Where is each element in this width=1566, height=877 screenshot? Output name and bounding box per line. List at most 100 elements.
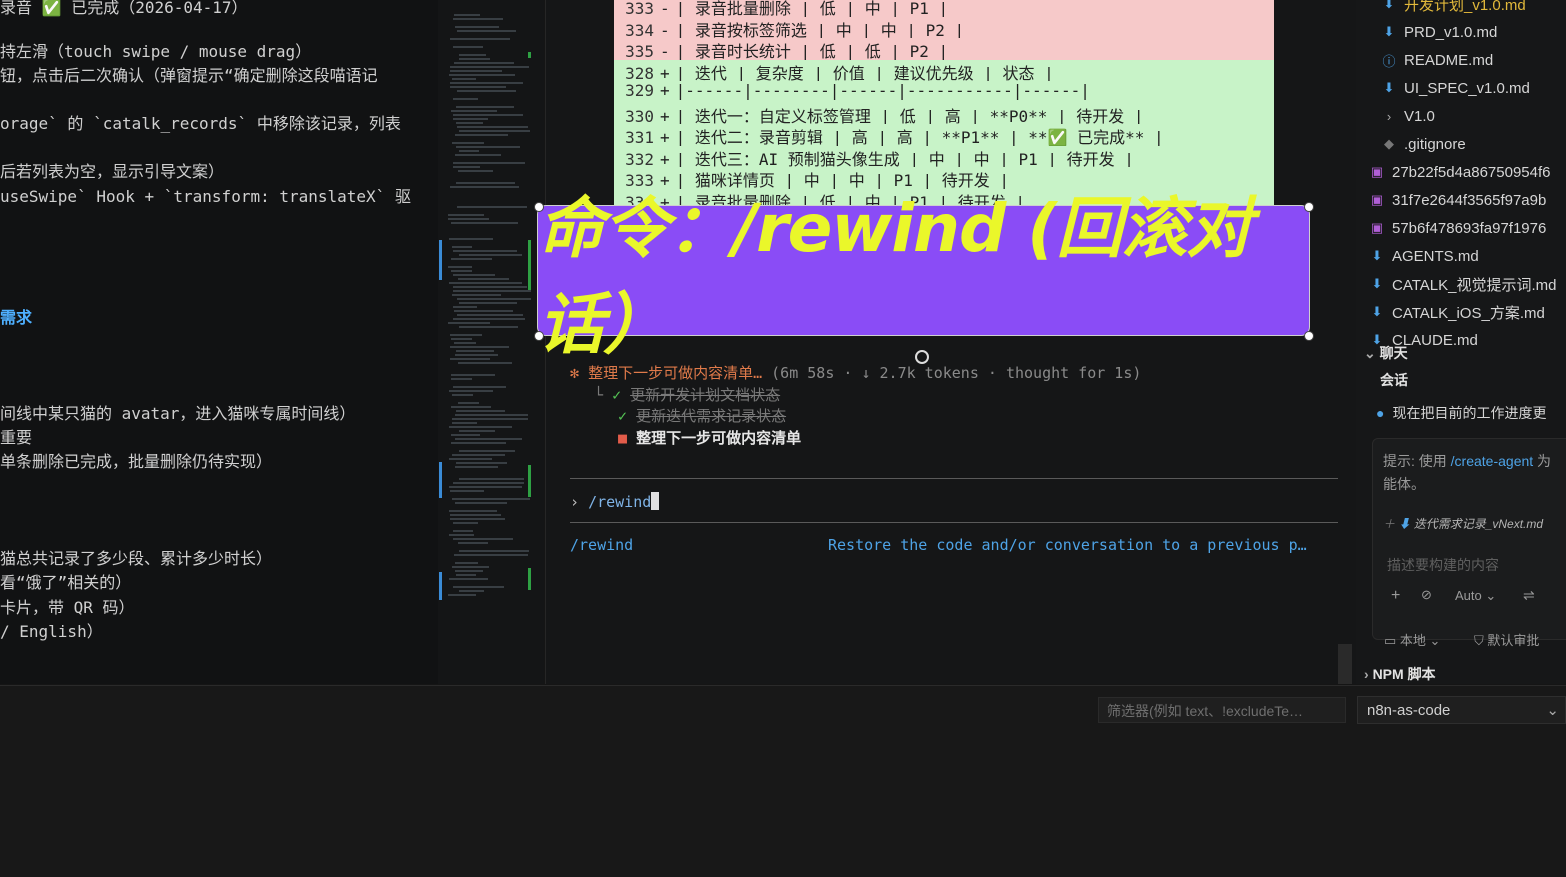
create-agent-link[interactable]: /create-agent: [1451, 453, 1534, 469]
minimap-line: [448, 218, 489, 220]
shield-icon: ⛉: [1474, 633, 1488, 648]
settings-sliders-icon[interactable]: ⇌: [1523, 587, 1535, 604]
minimap-line: [454, 14, 480, 16]
code-editor[interactable]: 录音 ✅ 已完成（2026-04-17） 持左滑（touch swipe / mo…: [0, 0, 438, 684]
chat-input[interactable]: 描述要构建的内容: [1387, 555, 1499, 575]
minimap-line: [455, 562, 478, 564]
minimap-line: [452, 294, 501, 296]
monitor-icon: ▭: [1384, 633, 1400, 648]
file-item[interactable]: ⬇ PRD_v1.0.md: [1382, 18, 1498, 46]
text-cursor: [651, 492, 660, 510]
image-icon: ▣: [1370, 220, 1384, 235]
context-chip[interactable]: ＋ ⬇ 迭代需求记录_vNext.md: [1383, 515, 1543, 532]
command-banner[interactable]: 命令：/rewind (回滚对话）: [538, 190, 1309, 363]
output-channel-select[interactable]: n8n-as-code ⌄: [1357, 696, 1566, 724]
file-item[interactable]: › V1.0: [1382, 102, 1435, 130]
markdown-icon: ⬇: [1383, 80, 1395, 95]
minimap-change-marker: [528, 52, 531, 58]
banner-text: 命令：/rewind (回滚对话）: [538, 189, 1252, 363]
editor-line: 后若列表为空，显示引导文案）: [0, 162, 225, 181]
suggestion-command: /rewind: [570, 536, 634, 554]
file-item[interactable]: ⬇ 开发计划_v1.0.md: [1382, 0, 1526, 18]
plus-icon: ＋: [1383, 517, 1399, 531]
minimap-line: [450, 70, 502, 72]
chat-section-header[interactable]: ⌄ 聊天: [1364, 343, 1408, 363]
add-icon[interactable]: +: [1391, 587, 1400, 605]
file-name: 开发计划_v1.0.md: [1404, 0, 1526, 14]
rotate-handle-icon[interactable]: [915, 350, 929, 364]
diff-sign: +: [660, 81, 670, 100]
file-item[interactable]: ⬇ CATALK_iOS_方案.md: [1370, 298, 1545, 326]
minimap-line: [450, 518, 505, 520]
mode-dropdown[interactable]: Auto ⌄: [1455, 588, 1496, 604]
minimap-line: [453, 290, 531, 292]
minimap-line: [450, 358, 490, 360]
minimap-line: [456, 350, 494, 352]
file-item[interactable]: ⬇ UI_SPEC_v1.0.md: [1382, 74, 1530, 102]
file-item[interactable]: ▣ 31f7e2644f3565f97a9b: [1370, 186, 1546, 214]
task-item: └ ✓ 更新开发计划文档状态: [594, 386, 781, 404]
terminal-scrollbar[interactable]: [1338, 644, 1352, 684]
editor-minimap[interactable]: [438, 0, 544, 684]
file-item[interactable]: ◆ .gitignore: [1382, 130, 1466, 158]
minimap-line: [450, 86, 506, 88]
file-item[interactable]: ⬇ CATALK_视觉提示词.md: [1370, 270, 1557, 298]
task-item: ✓ 更新迭代需求记录状态: [618, 407, 787, 425]
diff-text: | 录音时长统计 | 低 | 低 | P2 |: [675, 42, 949, 61]
resize-handle[interactable]: [1304, 331, 1314, 341]
minimap-line: [449, 486, 522, 488]
command-suggestion[interactable]: /rewind: [570, 536, 633, 554]
minimap-line: [459, 58, 490, 60]
minimap-line: [458, 542, 488, 544]
resize-handle[interactable]: [534, 202, 544, 212]
chat-hint: 提示: 使用 /create-agent 为: [1383, 453, 1552, 469]
minimap-line: [452, 454, 505, 456]
minimap-line: [451, 338, 472, 340]
npm-scripts-header[interactable]: › NPM 脚本: [1364, 664, 1436, 684]
file-item[interactable]: ⬇ AGENTS.md: [1370, 242, 1479, 270]
minimap-line: [455, 502, 507, 504]
minimap-line: [448, 594, 476, 596]
gitignore-icon: ◆: [1384, 136, 1394, 151]
minimap-line: [455, 414, 528, 416]
filter-input[interactable]: 筛选器(例如 text、!excludeTe…: [1098, 697, 1346, 723]
local-dropdown[interactable]: ▭ 本地 ⌄: [1384, 630, 1440, 649]
minimap-line: [452, 566, 489, 568]
minimap-line: [449, 426, 512, 428]
minimap-line: [457, 298, 531, 300]
diff-line-added: 329 + |------|--------|------|-----------|…: [614, 81, 1274, 103]
square-icon: ■: [618, 429, 628, 447]
file-name: PRD_v1.0.md: [1404, 23, 1498, 41]
minimap-line: [457, 314, 523, 316]
session-item[interactable]: ● 现在把目前的工作进度更: [1376, 399, 1546, 427]
minimap-line: [453, 522, 478, 524]
editor-line: 间线中某只猫的 avatar，进入猫咪专属时间线）: [0, 404, 356, 423]
prompt-input[interactable]: › /rewind: [570, 492, 660, 511]
diff-text: | 迭代二：录音剪辑 | 高 | 高 | **P1** | **✅ 已完成** …: [675, 128, 1164, 147]
minimap-line: [459, 550, 529, 552]
markdown-icon: ⬇: [1398, 517, 1414, 531]
check-icon: ✓: [612, 386, 622, 404]
minimap-line: [449, 534, 474, 536]
attach-icon[interactable]: ⊘: [1421, 587, 1432, 603]
file-item[interactable]: ▣ 57b6f478693fa97f1976: [1370, 214, 1546, 242]
minimap-line: [458, 170, 493, 172]
suggestion-description: Restore the code and/or conversation to …: [828, 536, 1307, 554]
minimap-line: [453, 166, 480, 168]
minimap-line: [455, 570, 483, 572]
minimap-line: [453, 538, 513, 540]
editor-line: orage` 的 `catalk_records` 中移除该记录，列表: [0, 114, 401, 133]
minimap-line: [454, 342, 476, 344]
line-number: 329: [625, 81, 654, 100]
minimap-cursor-marker: [439, 462, 442, 498]
resize-handle[interactable]: [1304, 202, 1314, 212]
approval-dropdown[interactable]: ⛉ 默认审批: [1474, 630, 1539, 649]
diff-line-removed: 334- | 录音按标签筛选 | 中 | 中 | P2 |: [614, 16, 1274, 40]
minimap-line: [456, 574, 476, 576]
task-item-active: ■ 整理下一步可做内容清单: [618, 429, 802, 447]
file-item[interactable]: ⓘ README.md: [1382, 46, 1493, 74]
resize-handle[interactable]: [534, 331, 544, 341]
file-item[interactable]: ▣ 27b22f5d4a86750954f6: [1370, 158, 1551, 186]
file-name: AGENTS.md: [1392, 247, 1479, 265]
minimap-line: [459, 590, 484, 592]
